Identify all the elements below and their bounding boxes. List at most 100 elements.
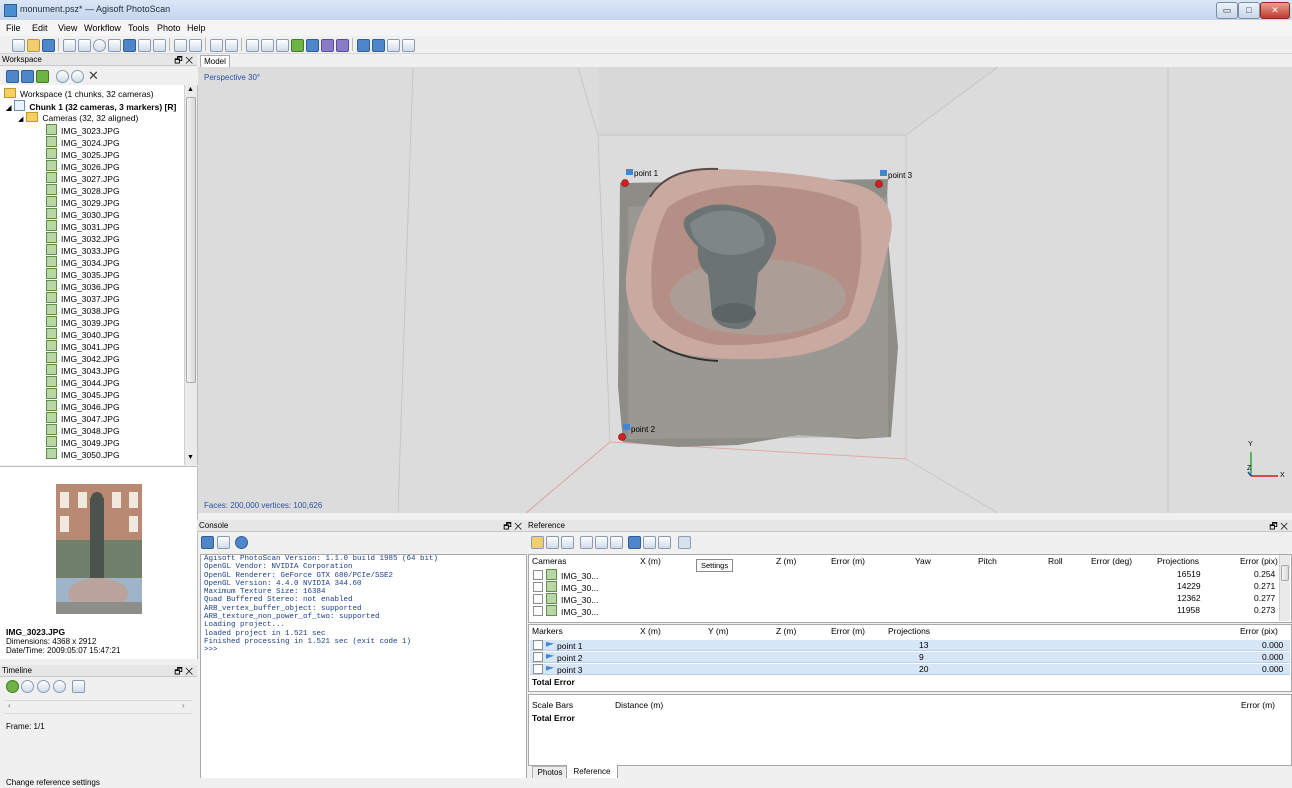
camera-list-item[interactable]: IMG_3042.JPG — [46, 352, 120, 364]
col-error-m[interactable]: Error (m) — [1241, 699, 1275, 711]
resize-region-icon[interactable] — [153, 39, 166, 52]
remove-frame-icon[interactable] — [21, 680, 34, 693]
col-y[interactable]: Y (m) — [708, 625, 729, 637]
camera-list-item[interactable]: IMG_3034.JPG — [46, 256, 120, 268]
show-cameras-icon[interactable] — [357, 39, 370, 52]
scroll-left-icon[interactable]: ‹ — [8, 701, 11, 710]
view-source-icon[interactable] — [628, 536, 641, 549]
col-error-deg[interactable]: Error (deg) — [1091, 555, 1132, 567]
navigation-icon[interactable] — [63, 39, 76, 52]
col-projections[interactable]: Projections — [1157, 555, 1199, 567]
minimize-button[interactable]: ▭ — [1216, 2, 1238, 19]
col-error-m[interactable]: Error (m) — [831, 555, 865, 567]
camera-list-item[interactable]: IMG_3027.JPG — [46, 172, 120, 184]
workspace-root[interactable]: Workspace (1 chunks, 32 cameras) — [4, 88, 154, 100]
stop-icon[interactable] — [53, 680, 66, 693]
camera-list-item[interactable]: IMG_3037.JPG — [46, 292, 120, 304]
scroll-up-icon[interactable]: ▲ — [187, 86, 194, 93]
col-roll[interactable]: Roll — [1048, 555, 1063, 567]
camera-list-item[interactable]: IMG_3036.JPG — [46, 280, 120, 292]
camera-list-item[interactable]: IMG_3046.JPG — [46, 400, 120, 412]
workspace-scrollbar[interactable]: ▲ ▼ — [184, 85, 197, 465]
remove-items-icon[interactable]: ✕ — [88, 68, 99, 84]
camera-checkbox[interactable] — [533, 606, 543, 616]
console-output[interactable]: Agisoft PhotoScan Version: 1.1.0 build 1… — [200, 554, 527, 780]
cameras-folder[interactable]: ◢ Cameras (32, 32 aligned) — [18, 112, 138, 124]
camera-list-item[interactable]: IMG_3035.JPG — [46, 268, 120, 280]
add-photos-icon[interactable] — [21, 70, 34, 83]
crop-selection-icon[interactable] — [189, 39, 202, 52]
panel-float-close-icon[interactable]: 🗗 ✕ — [1269, 520, 1288, 532]
col-distance[interactable]: Distance (m) — [615, 699, 663, 711]
camera-list-item[interactable]: IMG_3025.JPG — [46, 148, 120, 160]
dense-cloud-icon[interactable] — [261, 39, 274, 52]
free-select-icon[interactable] — [108, 39, 121, 52]
marker-label-point-1[interactable]: point 1 — [634, 169, 658, 178]
camera-list-item[interactable]: IMG_3031.JPG — [46, 220, 120, 232]
add-frame-icon[interactable] — [6, 680, 19, 693]
play-icon[interactable] — [37, 680, 50, 693]
clear-icon[interactable] — [561, 536, 574, 549]
camera-checkbox[interactable] — [533, 570, 543, 580]
convert-icon[interactable] — [580, 536, 593, 549]
camera-list-item[interactable]: IMG_3040.JPG — [46, 328, 120, 340]
timeline-scrollbar[interactable]: ‹ › — [4, 700, 192, 714]
show-markers-icon[interactable] — [372, 39, 385, 52]
marker-checkbox[interactable] — [533, 640, 543, 650]
reference-settings-icon[interactable] — [678, 536, 691, 549]
scroll-down-icon[interactable]: ▼ — [187, 454, 194, 461]
col-x[interactable]: X (m) — [640, 625, 661, 637]
tiled-model-icon[interactable] — [336, 39, 349, 52]
camera-list-item[interactable]: IMG_3029.JPG — [46, 196, 120, 208]
shaded-icon[interactable] — [276, 39, 289, 52]
marker-label-point-3[interactable]: point 3 — [888, 171, 912, 180]
delete-selection-icon[interactable] — [174, 39, 187, 52]
timeline-settings-icon[interactable] — [72, 680, 85, 693]
wireframe-model-icon[interactable] — [321, 39, 334, 52]
camera-list-item[interactable]: IMG_3048.JPG — [46, 424, 120, 436]
camera-list-item[interactable]: IMG_3033.JPG — [46, 244, 120, 256]
solid-model-icon[interactable] — [306, 39, 319, 52]
camera-list-item[interactable]: IMG_3026.JPG — [46, 160, 120, 172]
camera-checkbox[interactable] — [533, 594, 543, 604]
view-estimated-icon[interactable] — [643, 536, 656, 549]
rotate-object-icon[interactable] — [138, 39, 151, 52]
optimize-icon[interactable] — [595, 536, 608, 549]
menu-edit[interactable]: Edit — [32, 23, 48, 33]
col-z[interactable]: Z (m) — [776, 625, 796, 637]
camera-row[interactable]: IMG_30... — [533, 581, 598, 593]
col-scale-bars[interactable]: Scale Bars — [532, 699, 573, 711]
marker-checkbox[interactable] — [533, 652, 543, 662]
col-pitch[interactable]: Pitch — [978, 555, 997, 567]
col-error-pix[interactable]: Error (pix) — [1240, 625, 1278, 637]
camera-row[interactable]: IMG_30... — [533, 593, 598, 605]
camera-checkbox[interactable] — [533, 582, 543, 592]
execute-script-icon[interactable] — [235, 536, 248, 549]
circle-select-icon[interactable] — [93, 39, 106, 52]
save-log-icon[interactable] — [201, 536, 214, 549]
rect-select-icon[interactable] — [78, 39, 91, 52]
camera-list-item[interactable]: IMG_3038.JPG — [46, 304, 120, 316]
import-icon[interactable] — [531, 536, 544, 549]
scrollbar-thumb[interactable] — [186, 97, 196, 383]
marker-checkbox[interactable] — [533, 664, 543, 674]
col-x[interactable]: X (m) — [640, 555, 661, 567]
camera-list-item[interactable]: IMG_3049.JPG — [46, 436, 120, 448]
update-icon[interactable] — [610, 536, 623, 549]
menu-tools[interactable]: Tools — [128, 23, 149, 33]
undo-icon[interactable] — [210, 39, 223, 52]
enable-icon[interactable] — [56, 70, 69, 83]
col-error-pix[interactable]: Error (pix) — [1240, 555, 1278, 567]
clear-log-icon[interactable] — [217, 536, 230, 549]
redo-icon[interactable] — [225, 39, 238, 52]
chunk-item[interactable]: ◢ Chunk 1 (32 cameras, 3 markers) [R] — [6, 100, 176, 112]
collapse-arrow-icon[interactable]: ◢ — [6, 105, 11, 112]
model-viewport[interactable]: Perspective 30° point 1 point 3 point 2 … — [198, 67, 1292, 513]
reset-view-icon[interactable] — [402, 39, 415, 52]
open-icon[interactable] — [27, 39, 40, 52]
textured-model-icon[interactable] — [291, 39, 304, 52]
camera-list-item[interactable]: IMG_3047.JPG — [46, 412, 120, 424]
camera-list-item[interactable]: IMG_3050.JPG — [46, 448, 120, 460]
col-cameras[interactable]: Cameras — [532, 555, 566, 567]
camera-list-item[interactable]: IMG_3030.JPG — [46, 208, 120, 220]
